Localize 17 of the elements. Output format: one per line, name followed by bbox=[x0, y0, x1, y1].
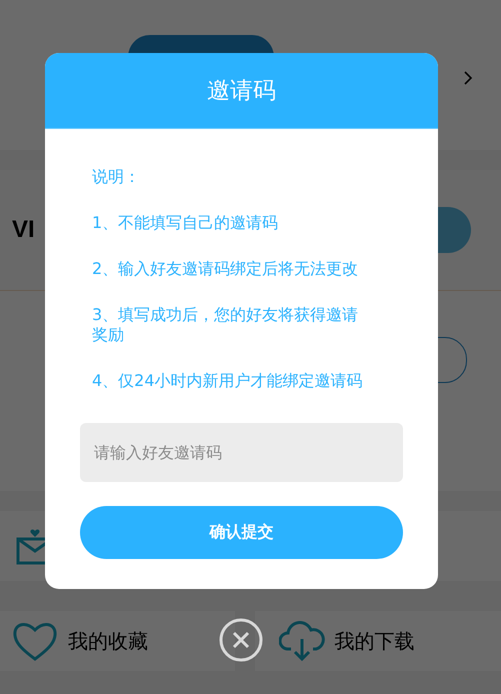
menu-cell[interactable]: 我的下载 bbox=[254, 611, 501, 671]
menu-cell[interactable]: 我的收藏 bbox=[0, 611, 234, 671]
instruction-text: 说明： bbox=[92, 167, 141, 187]
menu-label: 我的收藏 bbox=[68, 628, 148, 654]
instruction-text: 1、不能填写自己的邀请码 bbox=[92, 213, 280, 233]
instruction-text: 3、填写成功后，您的好友将获得邀请奖励 bbox=[92, 305, 360, 345]
invite-code-field[interactable]: 请输入好友邀请码 bbox=[80, 423, 403, 482]
chevron-right-icon[interactable] bbox=[463, 71, 473, 85]
menu-label: 我的下载 bbox=[334, 628, 414, 654]
submit-button[interactable]: 确认提交 bbox=[80, 506, 403, 559]
instruction-text: 2、输入好友邀请码绑定后将无法更改 bbox=[92, 259, 360, 279]
dialog-title: 邀请码 bbox=[207, 77, 276, 106]
vip-label: VI bbox=[12, 216, 35, 244]
cloud-download-icon bbox=[278, 619, 324, 663]
heart-icon bbox=[12, 620, 58, 662]
close-icon[interactable] bbox=[219, 618, 263, 662]
instruction-text: 4、仅24小时内新用户才能绑定邀请码 bbox=[92, 371, 364, 391]
